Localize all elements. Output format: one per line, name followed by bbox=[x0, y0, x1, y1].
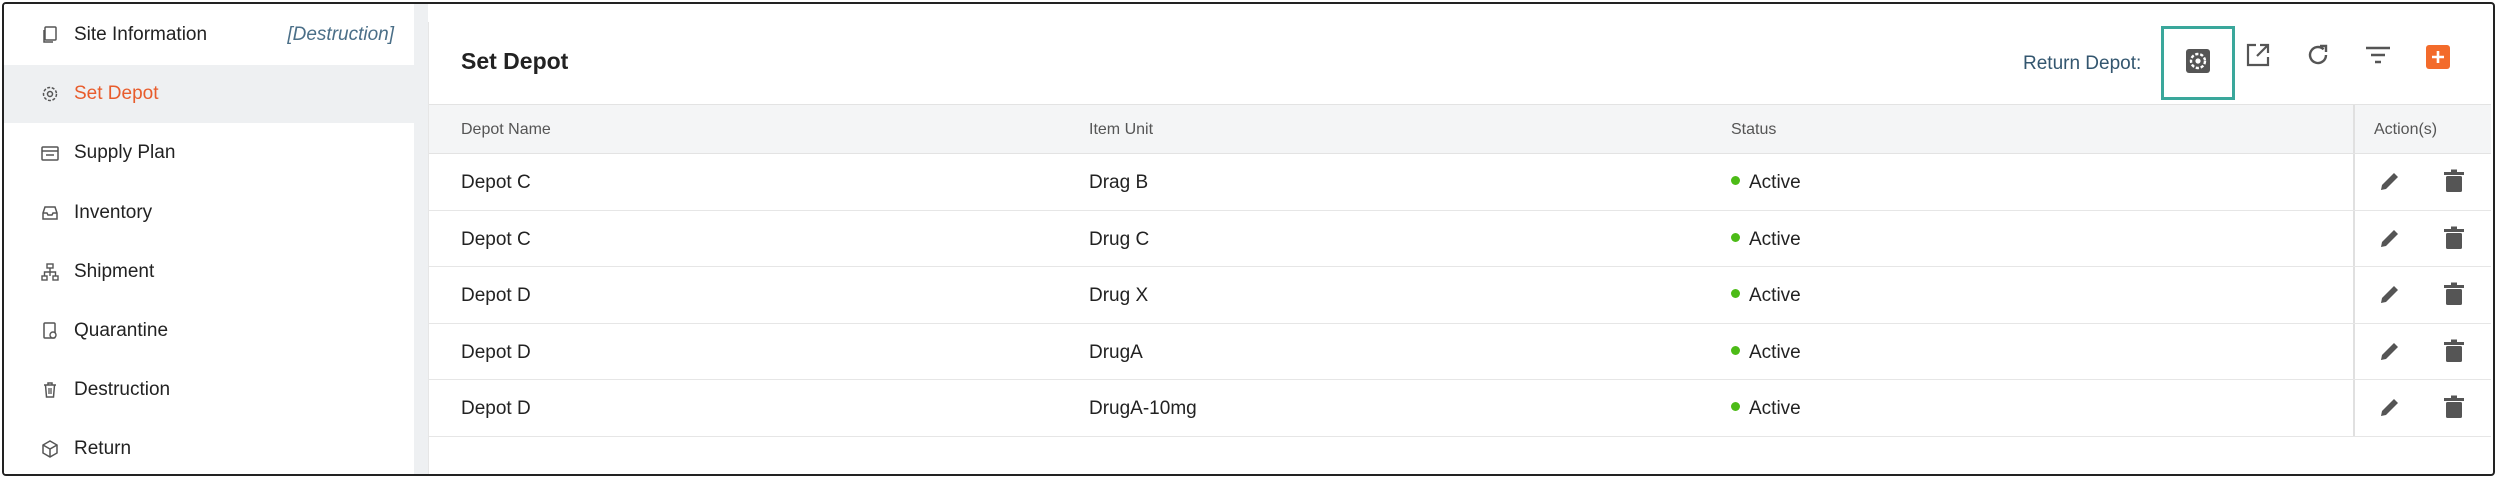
sidebar: Site Information [Destruction] Set Depot… bbox=[4, 4, 414, 474]
status-text: Active bbox=[1749, 398, 1801, 419]
status-cell: Active bbox=[1731, 342, 1801, 364]
edit-icon[interactable] bbox=[2377, 225, 2403, 257]
table-row[interactable]: Depot C Drug C Active bbox=[429, 210, 2491, 267]
status-text: Active bbox=[1749, 341, 1801, 363]
sidebar-item-site-information[interactable]: Site Information [Destruction] bbox=[4, 6, 414, 64]
refresh-button[interactable] bbox=[2295, 34, 2341, 80]
item-unit-cell: Drag B bbox=[1089, 172, 1149, 193]
sidebar-item-label: Site Information bbox=[74, 24, 208, 45]
main-panel: Set Depot Return Depot: Depot Name Item … bbox=[428, 22, 2491, 474]
edit-icon[interactable] bbox=[2377, 338, 2403, 370]
sidebar-item-label: Set Depot bbox=[74, 83, 159, 104]
status-text: Active bbox=[1749, 285, 1801, 306]
depot-name-cell: Depot D bbox=[461, 341, 531, 363]
page-title: Set Depot bbox=[461, 48, 569, 74]
calendar-icon bbox=[40, 143, 60, 163]
sidebar-item-tag: [Destruction] bbox=[287, 24, 394, 45]
status-active-dot bbox=[1731, 176, 1740, 186]
depot-name-cell: Depot D bbox=[461, 398, 531, 419]
inbox-icon bbox=[40, 203, 60, 223]
gear-icon bbox=[40, 84, 60, 104]
depot-table: Depot Name Item Unit Status Action(s) De… bbox=[429, 104, 2491, 437]
item-unit-cell: DrugA-10mg bbox=[1089, 398, 1197, 419]
add-button[interactable] bbox=[2415, 34, 2461, 80]
sidebar-item-destruction[interactable]: Destruction bbox=[4, 361, 414, 419]
depot-name-cell: Depot C bbox=[461, 172, 531, 193]
actions-column-divider bbox=[2353, 323, 2355, 379]
status-cell: Active bbox=[1731, 285, 1801, 307]
status-text: Active bbox=[1749, 172, 1801, 193]
sidebar-item-label: Quarantine bbox=[74, 320, 169, 341]
table-row[interactable]: Depot C Drag B Active bbox=[429, 154, 2491, 211]
actions-column-divider bbox=[2353, 154, 2355, 210]
trash-outline-icon bbox=[40, 380, 60, 400]
status-cell: Active bbox=[1731, 172, 1801, 194]
item-unit-cell: Drug C bbox=[1089, 228, 1150, 250]
sidebar-item-label: Supply Plan bbox=[74, 142, 176, 163]
status-cell: Active bbox=[1731, 229, 1801, 251]
status-active-dot bbox=[1731, 289, 1740, 299]
status-active-dot bbox=[1731, 232, 1740, 242]
edit-icon[interactable] bbox=[2377, 394, 2403, 426]
sidebar-item-label: Inventory bbox=[74, 202, 153, 223]
column-header-depot-name[interactable]: Depot Name bbox=[461, 121, 551, 139]
delete-icon[interactable] bbox=[2441, 225, 2467, 257]
sidebar-item-quarantine[interactable]: Quarantine bbox=[4, 302, 414, 360]
actions-column-divider bbox=[2353, 105, 2355, 153]
box-icon bbox=[40, 439, 60, 459]
column-header-actions: Action(s) bbox=[2374, 121, 2438, 138]
status-active-dot bbox=[1731, 345, 1740, 355]
depot-name-cell: Depot D bbox=[461, 285, 531, 306]
return-depot-label: Return Depot: bbox=[2023, 53, 2142, 74]
open-external-button[interactable] bbox=[2235, 34, 2281, 80]
filter-button[interactable] bbox=[2355, 34, 2401, 80]
quarantine-doc-icon bbox=[40, 321, 60, 341]
sidebar-item-set-depot[interactable]: Set Depot bbox=[4, 65, 414, 123]
add-icon bbox=[2426, 45, 2450, 69]
delete-icon[interactable] bbox=[2441, 168, 2467, 200]
sidebar-item-label: Shipment bbox=[74, 261, 155, 282]
actions-column-divider bbox=[2353, 210, 2355, 266]
item-unit-cell: DrugA bbox=[1089, 341, 1143, 363]
delete-icon[interactable] bbox=[2441, 394, 2467, 426]
open-external-icon bbox=[2245, 42, 2271, 73]
depot-name-cell: Depot C bbox=[461, 228, 531, 250]
sidebar-item-label: Destruction bbox=[74, 379, 171, 400]
status-text: Active bbox=[1749, 228, 1801, 250]
column-header-status[interactable]: Status bbox=[1731, 121, 1776, 139]
status-active-dot bbox=[1731, 402, 1740, 412]
edit-icon[interactable] bbox=[2377, 281, 2403, 313]
sidebar-item-shipment[interactable]: Shipment bbox=[4, 243, 414, 301]
edit-icon[interactable] bbox=[2377, 168, 2403, 200]
status-cell: Active bbox=[1731, 398, 1801, 420]
delete-icon[interactable] bbox=[2441, 281, 2467, 313]
copy-icon bbox=[40, 25, 60, 45]
sidebar-item-inventory[interactable]: Inventory bbox=[4, 184, 414, 242]
item-unit-cell: Drug X bbox=[1089, 285, 1149, 306]
table-row[interactable]: Depot D DrugA-10mg Active bbox=[429, 380, 2491, 437]
return-depot-settings-icon bbox=[2185, 48, 2211, 79]
sidebar-divider bbox=[414, 4, 428, 474]
table-header: Depot Name Item Unit Status Action(s) bbox=[429, 104, 2491, 154]
app-window: Site Information [Destruction] Set Depot… bbox=[2, 2, 2495, 476]
return-depot-settings-button[interactable] bbox=[2161, 26, 2235, 100]
network-icon bbox=[40, 262, 60, 282]
sidebar-item-supply-plan[interactable]: Supply Plan bbox=[4, 124, 414, 182]
column-header-item-unit[interactable]: Item Unit bbox=[1089, 121, 1153, 139]
delete-icon[interactable] bbox=[2441, 338, 2467, 370]
sidebar-item-return[interactable]: Return bbox=[4, 420, 414, 474]
refresh-icon bbox=[2305, 42, 2331, 73]
sidebar-item-label: Return bbox=[74, 438, 132, 459]
actions-column-divider bbox=[2353, 267, 2355, 323]
table-row[interactable]: Depot D Drug X Active bbox=[429, 267, 2491, 324]
filter-icon bbox=[2365, 42, 2391, 73]
actions-column-divider bbox=[2353, 380, 2355, 436]
table-row[interactable]: Depot D DrugA Active bbox=[429, 323, 2491, 380]
